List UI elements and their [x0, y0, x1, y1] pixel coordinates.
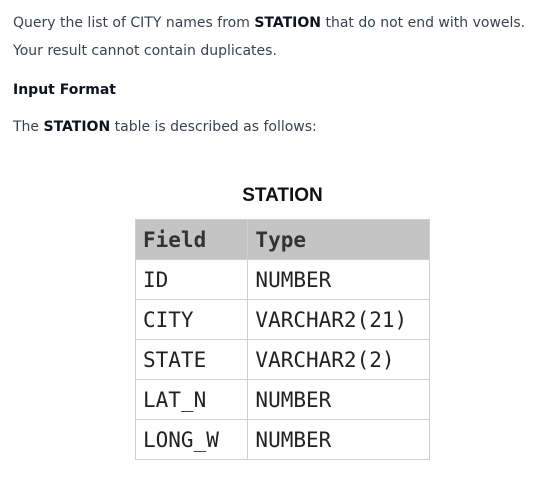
field-cell: CITY — [134, 299, 249, 340]
field-cell: LAT_N — [134, 379, 249, 420]
table-row: STATE VARCHAR2(2) — [134, 339, 430, 380]
column-header-type: Type — [247, 219, 430, 260]
table-row: LAT_N NUMBER — [134, 379, 430, 420]
station-schema-table: Field Type ID NUMBER CITY VARCHAR2(21) S… — [134, 219, 430, 460]
column-header-field: Field — [134, 219, 249, 260]
problem-statement: Query the list of CITY names from STATIO… — [13, 0, 543, 65]
described-prefix: The — [13, 119, 44, 135]
table-row: CITY VARCHAR2(21) — [134, 299, 430, 340]
field-cell: LONG_W — [134, 419, 249, 460]
type-cell: NUMBER — [247, 379, 430, 420]
problem-description: Query the list of CITY names from STATIO… — [13, 0, 543, 135]
input-format-heading: Input Format — [13, 82, 116, 98]
table-description: The STATION table is described as follow… — [13, 117, 317, 137]
table-row: ID NUMBER — [134, 259, 430, 300]
table-title: STATION — [242, 185, 323, 206]
station-table-figure: STATION Field Type ID NUMBER CITY VARCHA… — [134, 182, 430, 460]
table-header-row: Field Type — [134, 219, 430, 260]
table-row: LONG_W NUMBER — [134, 419, 430, 460]
field-cell: ID — [134, 259, 249, 300]
type-cell: NUMBER — [247, 259, 430, 300]
type-cell: NUMBER — [247, 419, 430, 460]
described-suffix: table is described as follows: — [110, 119, 317, 135]
type-cell: VARCHAR2(21) — [247, 299, 430, 340]
field-cell: STATE — [134, 339, 249, 380]
described-table-name: STATION — [43, 119, 111, 135]
statement-prefix: Query the list of CITY names from — [13, 15, 255, 31]
type-cell: VARCHAR2(2) — [247, 339, 430, 380]
statement-table-name: STATION — [254, 15, 321, 31]
